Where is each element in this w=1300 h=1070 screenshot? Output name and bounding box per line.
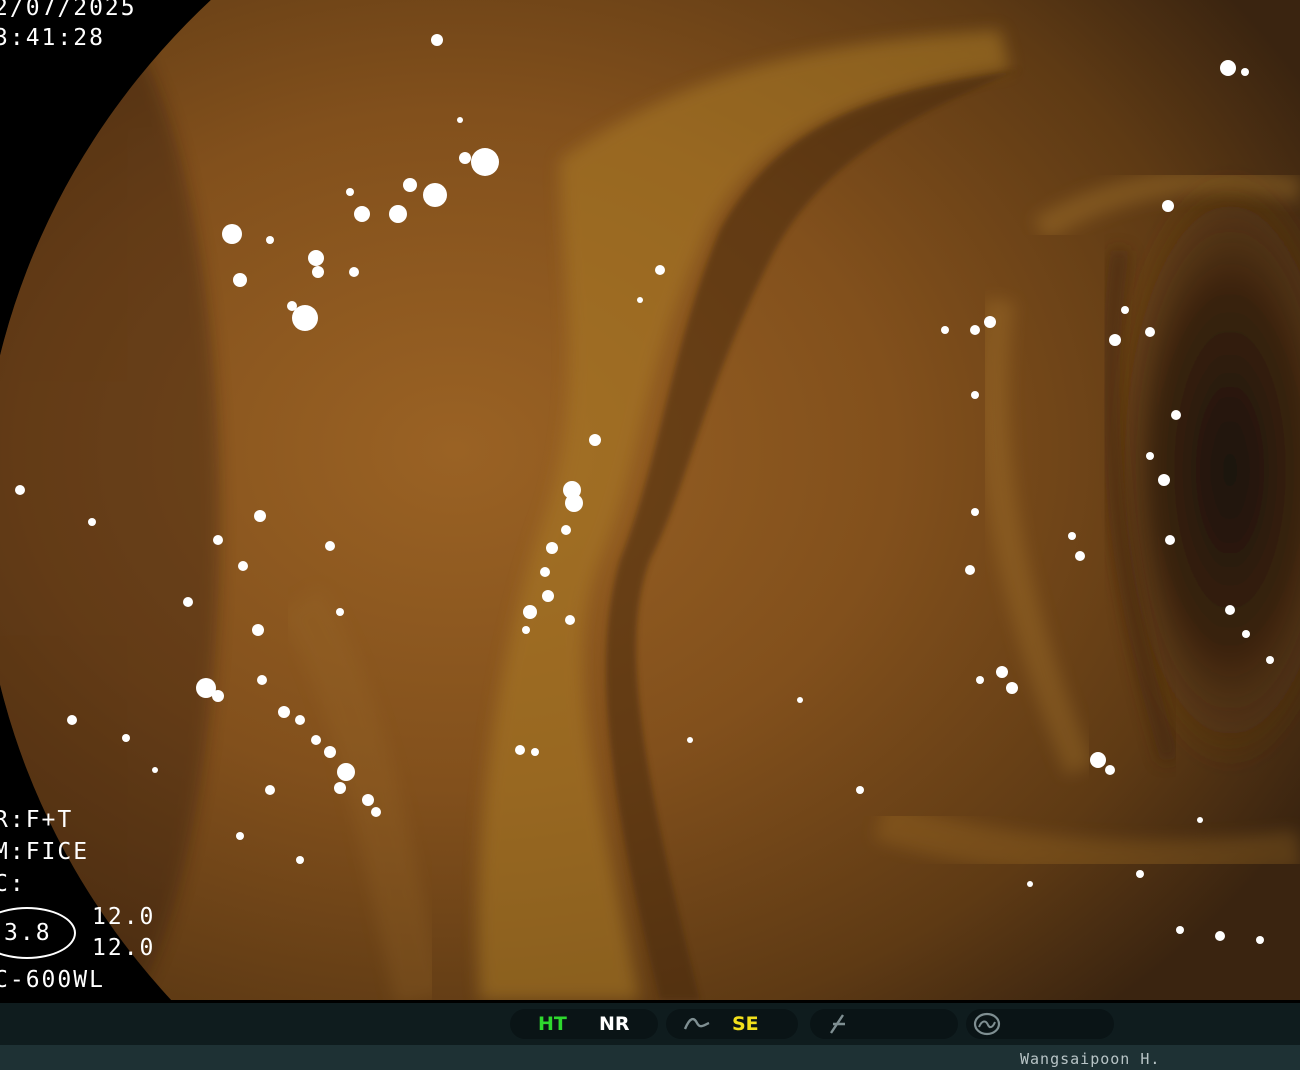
exam-date: 2/07/2025 xyxy=(0,0,137,21)
value-top: 12.0 xyxy=(92,904,156,930)
scope-model: C-600WL xyxy=(0,967,105,993)
curve-icon xyxy=(683,1017,710,1030)
endoscopic-image xyxy=(0,0,1300,1000)
gauge-icon xyxy=(973,1012,1001,1036)
value-bottom: 12.0 xyxy=(92,935,156,961)
setting-c-label: C: xyxy=(0,871,26,897)
status-pill-ht-nr xyxy=(510,1009,658,1039)
magnification-value: 3.8 xyxy=(4,920,52,946)
slash-f-icon xyxy=(830,1014,845,1034)
nr-indicator: NR xyxy=(599,1013,630,1035)
ht-indicator: HT xyxy=(538,1013,567,1035)
setting-m-label: M:FICE xyxy=(0,839,90,865)
setting-r-label: R:F+T xyxy=(0,807,74,833)
endoscope-view xyxy=(0,0,1300,1000)
exam-time: 3:41:28 xyxy=(0,25,105,51)
operator-name: Wangsaipoon H. xyxy=(1020,1050,1161,1068)
se-indicator: SE xyxy=(732,1013,759,1035)
